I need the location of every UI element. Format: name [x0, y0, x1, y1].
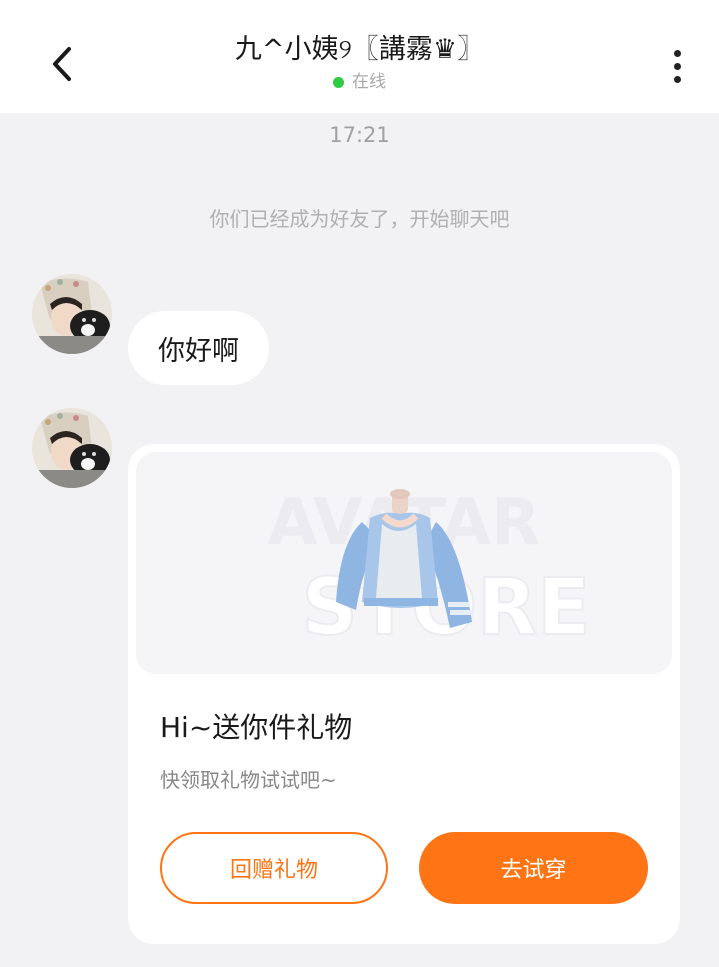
- gift-card[interactable]: AVATAR STORE Hi~送你件礼物 快领取礼物试试吧~ 回赠礼物 去试穿: [128, 444, 680, 944]
- gift-subtitle: 快领取礼物试试吧~: [160, 768, 337, 792]
- avatar[interactable]: [32, 408, 112, 488]
- avatar[interactable]: [32, 274, 112, 354]
- contact-info: 九^小姨୨〖講霧♛〗 在线: [120, 30, 599, 94]
- back-button[interactable]: [38, 40, 86, 88]
- text-message-bubble[interactable]: 你好啊: [128, 311, 269, 385]
- sweater-image: AVATAR STORE: [268, 486, 592, 654]
- chevron-left-icon: [53, 47, 71, 81]
- message-timestamp: 17:21: [329, 123, 390, 147]
- more-options-button[interactable]: [659, 42, 695, 90]
- more-dot-icon: [673, 62, 681, 70]
- online-dot-icon: [333, 76, 344, 88]
- more-dot-icon: [673, 75, 681, 83]
- chat-header: 九^小姨୨〖講霧♛〗 在线: [0, 0, 719, 113]
- avatar-image: [32, 274, 112, 354]
- gift-image: AVATAR STORE: [136, 452, 672, 674]
- gift-title: Hi~送你件礼物: [160, 711, 353, 744]
- system-message: 你们已经成为好友了，开始聊天吧: [209, 207, 510, 231]
- more-dot-icon: [673, 49, 681, 57]
- avatar-image: [32, 408, 112, 488]
- online-status: 在线: [120, 70, 599, 94]
- return-gift-button[interactable]: 回赠礼物: [160, 832, 388, 904]
- contact-name: 九^小姨୨〖講霧♛〗: [234, 34, 485, 65]
- try-on-button[interactable]: 去试穿: [419, 832, 648, 904]
- status-label: 在线: [352, 72, 386, 92]
